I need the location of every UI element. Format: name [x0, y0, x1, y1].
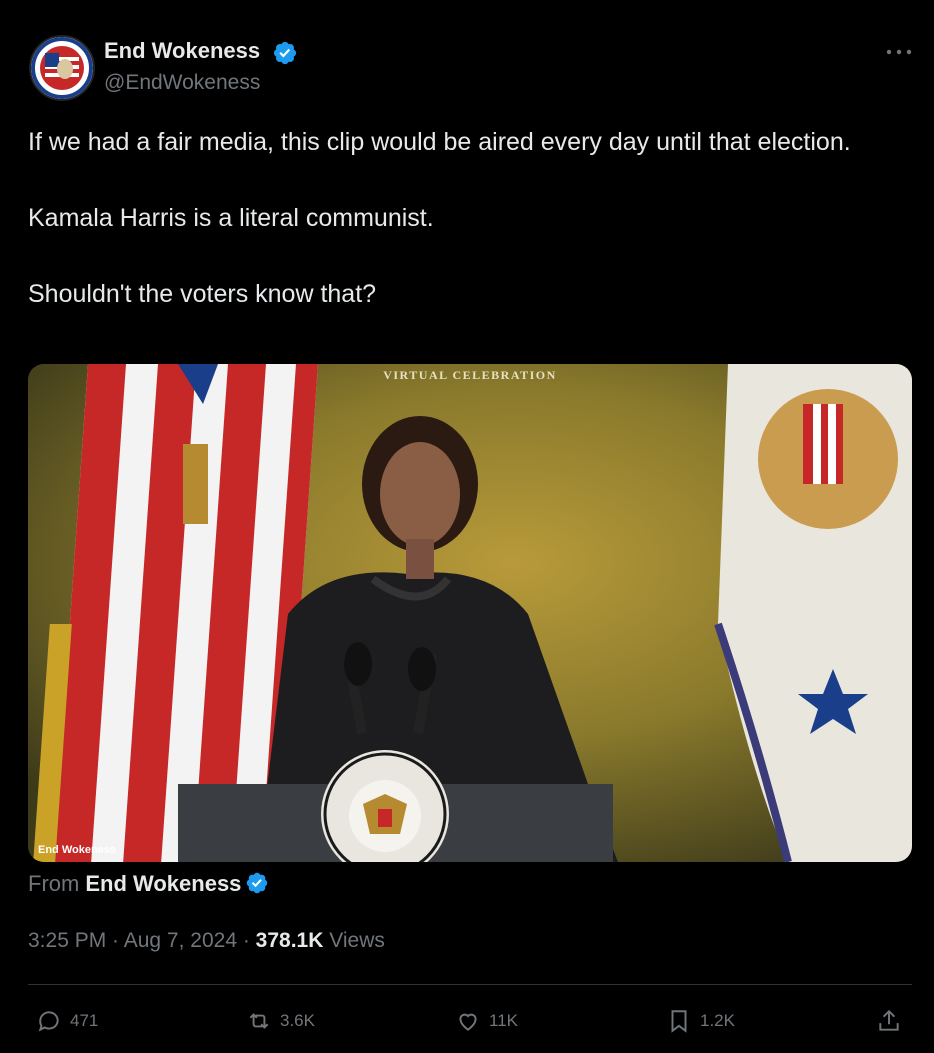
verified-badge-icon	[247, 872, 268, 894]
tweet-date[interactable]: Aug 7, 2024	[124, 929, 237, 952]
tweet-meta: 3:25 PM · Aug 7, 2024 · 378.1K Views	[28, 929, 385, 953]
video-player[interactable]: VIRTUAL CELEBRATION End Wokeness	[28, 364, 912, 862]
author-name[interactable]: End Wokeness	[104, 38, 260, 64]
tweet-paragraph: Kamala Harris is a literal communist.	[28, 204, 434, 232]
from-account-link[interactable]: End Wokeness	[85, 871, 241, 896]
video-watermark: End Wokeness	[38, 844, 117, 856]
tweet-text: If we had a fair media, this clip would …	[28, 123, 888, 313]
meta-separator: ·	[237, 929, 256, 952]
views-label: Views	[323, 929, 385, 952]
meta-separator: ·	[106, 929, 124, 952]
bookmark-count: 1.2K	[700, 1011, 735, 1030]
media-attribution: From End Wokeness	[28, 871, 269, 897]
like-button[interactable]: 11K	[455, 1006, 518, 1036]
repost-button[interactable]: 3.6K	[246, 1006, 315, 1036]
more-options-icon[interactable]	[884, 42, 914, 62]
views-count: 378.1K	[255, 929, 324, 952]
divider	[28, 984, 912, 985]
repost-icon	[249, 1013, 269, 1029]
video-frame	[28, 364, 912, 862]
avatar[interactable]	[29, 35, 95, 101]
bookmark-button[interactable]: 1.2K	[666, 1006, 735, 1036]
bookmark-icon	[671, 1010, 687, 1033]
from-label: From	[28, 871, 80, 896]
video-banner-text: VIRTUAL CELEBRATION	[383, 368, 557, 382]
reply-count: 471	[70, 1011, 99, 1030]
verified-badge-icon	[273, 41, 297, 65]
tweet-time[interactable]: 3:25 PM	[28, 929, 106, 952]
like-count: 11K	[489, 1011, 518, 1030]
reply-icon	[38, 1011, 59, 1032]
heart-icon	[459, 1013, 477, 1031]
share-icon	[879, 1009, 899, 1031]
reply-button[interactable]: 471	[36, 1006, 98, 1036]
author-handle[interactable]: @EndWokeness	[104, 71, 260, 95]
repost-count: 3.6K	[280, 1011, 315, 1030]
share-button[interactable]	[876, 1006, 902, 1036]
avatar-image	[31, 37, 93, 99]
tweet-paragraph: If we had a fair media, this clip would …	[28, 128, 851, 156]
tweet-paragraph: Shouldn't the voters know that?	[28, 280, 377, 308]
